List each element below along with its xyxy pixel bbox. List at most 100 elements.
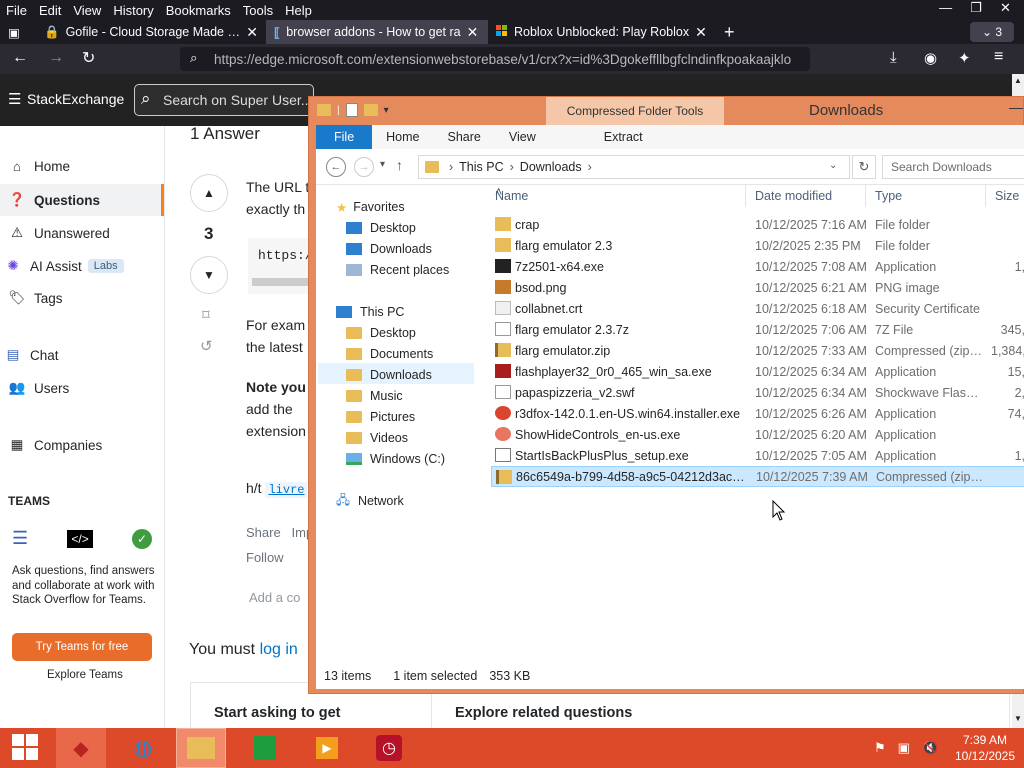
code-scrollbar[interactable]	[252, 278, 310, 286]
downvote-button[interactable]: ▼	[190, 256, 228, 294]
nav-tags[interactable]: 🏷 Tags	[8, 290, 62, 306]
back-arrow-icon[interactable]: ←	[326, 157, 346, 177]
tab-roblox[interactable]: Roblox Unblocked: Play Roblox ✕	[488, 20, 716, 44]
close-tab-icon[interactable]: ✕	[246, 24, 258, 41]
file-row[interactable]: r3dfox-142.0.1.en-US.win64.installer.exe…	[491, 403, 1024, 424]
stackexchange-logo[interactable]: StackExchange	[27, 91, 124, 107]
taskbar-media-player[interactable]: ▶	[302, 728, 352, 768]
try-teams-button[interactable]: Try Teams for free	[12, 633, 152, 661]
explorer-titlebar[interactable]: | ▾ Compressed Folder Tools Downloads —	[309, 97, 1024, 125]
address-bar[interactable]: › This PC › Downloads › ⌄	[418, 155, 850, 179]
new-folder-icon[interactable]	[363, 104, 378, 116]
url-bar[interactable]: ⌕ https://edge.microsoft.com/extensionwe…	[180, 47, 810, 71]
file-row[interactable]: flarg emulator 2.3.7z 10/12/2025 7:06 AM 7…	[491, 319, 1024, 340]
forward-arrow-icon[interactable]: →	[48, 49, 64, 67]
file-row[interactable]: bsod.png 10/12/2025 6:21 AM PNG image	[491, 277, 1024, 298]
breadcrumb-this-pc[interactable]: This PC	[459, 160, 503, 174]
tree-pc-downloads[interactable]: Downloads	[346, 365, 432, 385]
bookmark-icon[interactable]: ⌑	[202, 306, 210, 324]
nav-unanswered[interactable]: ⚠ Unanswered	[8, 225, 110, 241]
taskbar-alarms[interactable]: ◷	[364, 728, 414, 768]
nav-companies[interactable]: ▦ Companies	[8, 437, 103, 453]
column-name[interactable]: Name	[495, 189, 528, 203]
tab-overview-icon[interactable]: ▣	[0, 20, 36, 44]
new-tab-button[interactable]: +	[716, 20, 746, 44]
network-icon[interactable]: ▣	[898, 740, 910, 756]
back-arrow-icon[interactable]: ←	[12, 49, 28, 67]
scroll-up-icon[interactable]: ▲	[1014, 76, 1022, 85]
refresh-icon[interactable]: ↻	[852, 155, 876, 179]
scroll-down-icon[interactable]: ▼	[1014, 714, 1022, 723]
column-divider[interactable]	[985, 185, 986, 207]
site-search-input[interactable]: ⌕ Search on Super User...	[134, 84, 314, 116]
volume-muted-icon[interactable]: 🔇	[922, 740, 938, 756]
share-link[interactable]: Share	[246, 525, 281, 540]
reload-icon[interactable]: ↻	[82, 48, 95, 68]
column-divider[interactable]	[745, 185, 746, 207]
tree-pc-desktop[interactable]: Desktop	[346, 323, 416, 343]
explore-teams-link[interactable]: Explore Teams	[47, 669, 123, 681]
column-size[interactable]: Size	[995, 189, 1019, 203]
file-row[interactable]: papaspizzeria_v2.swf 10/12/2025 6:34 AM Sh…	[491, 382, 1024, 403]
menu-help[interactable]: Help	[279, 3, 318, 18]
follow-link[interactable]: Follow	[246, 550, 284, 565]
file-row[interactable]: 86c6549a-b799-4d58-a9c5-04212d3ac17e... 1…	[491, 466, 1024, 487]
chevron-down-icon[interactable]: ⌄	[829, 160, 837, 171]
upvote-button[interactable]: ▲	[190, 174, 228, 212]
minimize-icon[interactable]: —	[939, 0, 952, 20]
site-menu-icon[interactable]: ☰	[8, 90, 21, 108]
column-divider[interactable]	[865, 185, 866, 207]
close-tab-icon[interactable]: ✕	[695, 24, 707, 41]
tree-pc-windows-c[interactable]: Windows (C:)	[346, 449, 445, 469]
download-icon[interactable]: ⤓	[890, 49, 897, 66]
history-icon[interactable]: ↺	[200, 337, 213, 355]
tab-superuser[interactable]: ⟦ browser addons - How to get ra ✕	[266, 20, 488, 44]
column-date[interactable]: Date modified	[755, 189, 832, 203]
taskbar-r3dfox[interactable]: ◆	[56, 728, 106, 768]
file-row[interactable]: crap 10/12/2025 7:16 AM File folder	[491, 214, 1024, 235]
file-row[interactable]: collabnet.crt 10/12/2025 6:18 AM Security …	[491, 298, 1024, 319]
file-row[interactable]: ShowHideControls_en-us.exe 10/12/2025 6:2…	[491, 424, 1024, 445]
tree-pc-videos[interactable]: Videos	[346, 428, 408, 448]
tab-gofile[interactable]: 🔒 Gofile - Cloud Storage Made Sim ✕	[36, 20, 266, 44]
tab-count-button[interactable]: ⌄ 3	[970, 22, 1014, 42]
column-type[interactable]: Type	[875, 189, 902, 203]
nav-questions[interactable]: ❓ Questions	[8, 192, 100, 208]
up-arrow-icon[interactable]: ↑	[396, 157, 403, 173]
minimize-icon[interactable]: —	[1009, 99, 1023, 115]
tree-pc-documents[interactable]: Documents	[346, 344, 433, 364]
nav-chat[interactable]: ▤ Chat	[4, 347, 59, 363]
extensions-icon[interactable]: ✦	[958, 49, 971, 67]
search-downloads-input[interactable]: Search Downloads	[882, 155, 1024, 179]
flag-icon[interactable]: ⚑	[874, 740, 886, 756]
tree-pc-music[interactable]: Music	[346, 386, 403, 406]
tree-fav-downloads[interactable]: Downloads	[346, 239, 432, 259]
forward-arrow-icon[interactable]: →	[354, 157, 374, 177]
hamburger-menu-icon[interactable]: ≡	[994, 48, 1003, 66]
menu-history[interactable]: History	[107, 3, 159, 18]
tree-pc-pictures[interactable]: Pictures	[346, 407, 415, 427]
menu-file[interactable]: File	[0, 3, 33, 18]
ribbon-tab-extract[interactable]: Extract	[590, 130, 657, 144]
tree-this-pc[interactable]: This PC	[336, 302, 404, 322]
file-row[interactable]: 7z2501-x64.exe 10/12/2025 7:08 AM Applicat…	[491, 256, 1024, 277]
menu-tools[interactable]: Tools	[237, 3, 279, 18]
close-icon[interactable]: ✕	[1000, 0, 1011, 20]
clock[interactable]: 7:39 AM 10/12/2025	[950, 732, 1020, 764]
maximize-icon[interactable]: ❐	[970, 0, 982, 20]
ht-user-link[interactable]: livre	[265, 482, 308, 498]
nav-ai-assist[interactable]: ✺ AI Assist Labs	[4, 258, 124, 274]
tree-fav-desktop[interactable]: Desktop	[346, 218, 416, 238]
file-row[interactable]: flarg emulator 2.3 10/2/2025 2:35 PM File …	[491, 235, 1024, 256]
taskbar-globe-app[interactable]: ◍	[118, 728, 168, 768]
start-asking-card[interactable]: Start asking to get	[214, 705, 341, 721]
login-link[interactable]: log in	[260, 641, 298, 658]
explore-related-card[interactable]: Explore related questions	[455, 705, 632, 721]
ribbon-tab-home[interactable]: Home	[372, 130, 433, 144]
start-button[interactable]	[0, 728, 50, 768]
menu-view[interactable]: View	[67, 3, 107, 18]
tree-fav-recent[interactable]: Recent places	[346, 260, 449, 280]
menu-edit[interactable]: Edit	[33, 3, 67, 18]
breadcrumb-downloads[interactable]: Downloads	[520, 160, 582, 174]
tree-network[interactable]: 🖧 Network	[336, 491, 404, 511]
